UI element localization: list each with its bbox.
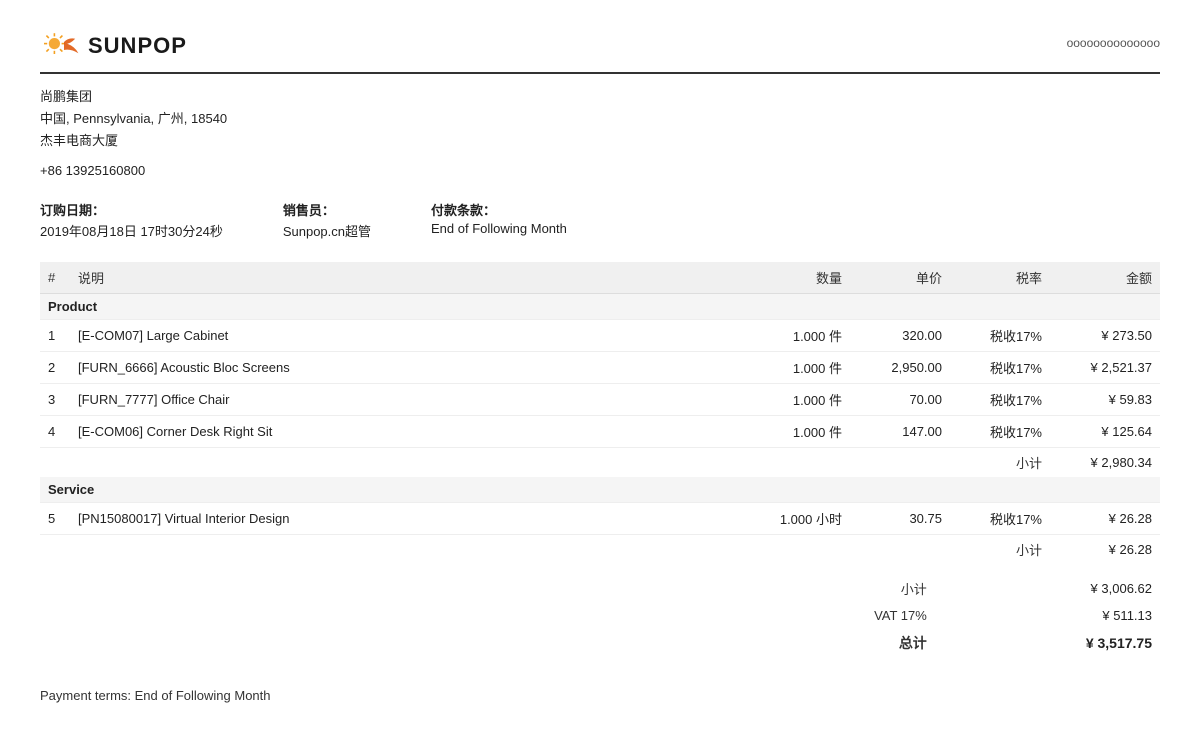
service-subtotal-label: 小计 [950, 535, 1050, 565]
row-tax-rate: 税收17% [950, 503, 1050, 535]
row-quantity: 1.000 件 [730, 384, 850, 416]
salesperson-label: 销售员： [283, 200, 371, 219]
service-subtotal-row: 小计 ¥ 26.28 [40, 535, 1160, 565]
vat-label: VAT 17% [780, 603, 935, 628]
table-body: Product 1 [E-COM07] Large Cabinet 1.000 … [40, 294, 1160, 565]
row-unit-price: 70.00 [850, 384, 950, 416]
col-amount: 金额 [1050, 262, 1160, 294]
row-amount: ¥ 26.28 [1050, 503, 1160, 535]
company-phone: +86 13925160800 [40, 160, 1160, 182]
payment-terms-block: 付款条款： End of Following Month [431, 200, 567, 240]
subtotal-value: ¥ 3,006.62 [935, 574, 1160, 603]
service-section-row: Service [40, 477, 1160, 503]
row-num: 5 [40, 503, 70, 535]
row-unit-price: 320.00 [850, 320, 950, 352]
payment-terms-label: 付款条款： [431, 200, 567, 219]
company-address: 中国, Pennsylvania, 广州, 18540 [40, 108, 1160, 130]
row-num: 4 [40, 416, 70, 448]
service-subtotal-value: ¥ 26.28 [1050, 535, 1160, 565]
company-name: 尚鹏集团 [40, 86, 1160, 108]
vat-value: ¥ 511.13 [935, 603, 1160, 628]
row-description: [E-COM07] Large Cabinet [70, 320, 730, 352]
row-description: [E-COM06] Corner Desk Right Sit [70, 416, 730, 448]
row-description: [PN15080017] Virtual Interior Design [70, 503, 730, 535]
account-number: oooooooooooooo [1067, 30, 1160, 50]
row-quantity: 1.000 小时 [730, 503, 850, 535]
grand-total-label: 总计 [780, 628, 935, 658]
col-quantity: 数量 [730, 262, 850, 294]
row-num: 1 [40, 320, 70, 352]
table-header: # 说明 数量 单价 税率 金额 [40, 262, 1160, 294]
table-row: 2 [FURN_6666] Acoustic Bloc Screens 1.00… [40, 352, 1160, 384]
order-date-block: 订购日期： 2019年08月18日 17时30分24秒 [40, 200, 223, 240]
row-tax-rate: 税收17% [950, 416, 1050, 448]
product-section-label: Product [40, 294, 1160, 320]
row-num: 2 [40, 352, 70, 384]
totals-section: 小计 ¥ 3,006.62 VAT 17% ¥ 511.13 总计 ¥ 3,51… [40, 574, 1160, 658]
company-building: 杰丰电商大厦 [40, 130, 1160, 152]
row-quantity: 1.000 件 [730, 416, 850, 448]
product-subtotal-label: 小计 [950, 448, 1050, 478]
order-meta: 订购日期： 2019年08月18日 17时30分24秒 销售员： Sunpop.… [40, 200, 1160, 240]
service-section-label: Service [40, 477, 1160, 503]
invoice-table: # 说明 数量 单价 税率 金额 Product 1 [E-COM07] Lar… [40, 262, 1160, 564]
grand-total-row: 总计 ¥ 3,517.75 [780, 628, 1160, 658]
vat-row: VAT 17% ¥ 511.13 [780, 603, 1160, 628]
row-tax-rate: 税收17% [950, 352, 1050, 384]
row-unit-price: 30.75 [850, 503, 950, 535]
order-date-value: 2019年08月18日 17时30分24秒 [40, 224, 223, 239]
grand-total-value: ¥ 3,517.75 [935, 628, 1160, 658]
company-logo: SUNPOP [40, 30, 187, 62]
table-row: 1 [E-COM07] Large Cabinet 1.000 件 320.00… [40, 320, 1160, 352]
row-description: [FURN_7777] Office Chair [70, 384, 730, 416]
row-quantity: 1.000 件 [730, 320, 850, 352]
salesperson-block: 销售员： Sunpop.cn超管 [283, 200, 371, 240]
subtotal-label: 小计 [780, 574, 935, 603]
table-row: 4 [E-COM06] Corner Desk Right Sit 1.000 … [40, 416, 1160, 448]
row-unit-price: 147.00 [850, 416, 950, 448]
col-num: # [40, 262, 70, 294]
table-row: 3 [FURN_7777] Office Chair 1.000 件 70.00… [40, 384, 1160, 416]
row-tax-rate: 税收17% [950, 384, 1050, 416]
col-description: 说明 [70, 262, 730, 294]
order-date-label: 订购日期： [40, 200, 223, 219]
row-unit-price: 2,950.00 [850, 352, 950, 384]
payment-terms-value: End of Following Month [431, 221, 567, 236]
footer-payment-terms: Payment terms: End of Following Month [40, 688, 1160, 703]
salesperson-value: Sunpop.cn超管 [283, 224, 371, 239]
product-subtotal-value: ¥ 2,980.34 [1050, 448, 1160, 478]
row-description: [FURN_6666] Acoustic Bloc Screens [70, 352, 730, 384]
totals-table: 小计 ¥ 3,006.62 VAT 17% ¥ 511.13 总计 ¥ 3,51… [780, 574, 1160, 658]
sunpop-logo-icon [40, 30, 80, 62]
row-num: 3 [40, 384, 70, 416]
company-name-logo: SUNPOP [88, 33, 187, 59]
product-section-row: Product [40, 294, 1160, 320]
page-header: SUNPOP oooooooooooooo [40, 30, 1160, 74]
row-amount: ¥ 2,521.37 [1050, 352, 1160, 384]
subtotal-row: 小计 ¥ 3,006.62 [780, 574, 1160, 603]
col-unit-price: 单价 [850, 262, 950, 294]
company-info: 尚鹏集团 中国, Pennsylvania, 广州, 18540 杰丰电商大厦 … [40, 86, 1160, 182]
row-amount: ¥ 273.50 [1050, 320, 1160, 352]
row-amount: ¥ 59.83 [1050, 384, 1160, 416]
col-tax-rate: 税率 [950, 262, 1050, 294]
product-subtotal-row: 小计 ¥ 2,980.34 [40, 448, 1160, 478]
row-tax-rate: 税收17% [950, 320, 1050, 352]
row-quantity: 1.000 件 [730, 352, 850, 384]
row-amount: ¥ 125.64 [1050, 416, 1160, 448]
table-row: 5 [PN15080017] Virtual Interior Design 1… [40, 503, 1160, 535]
